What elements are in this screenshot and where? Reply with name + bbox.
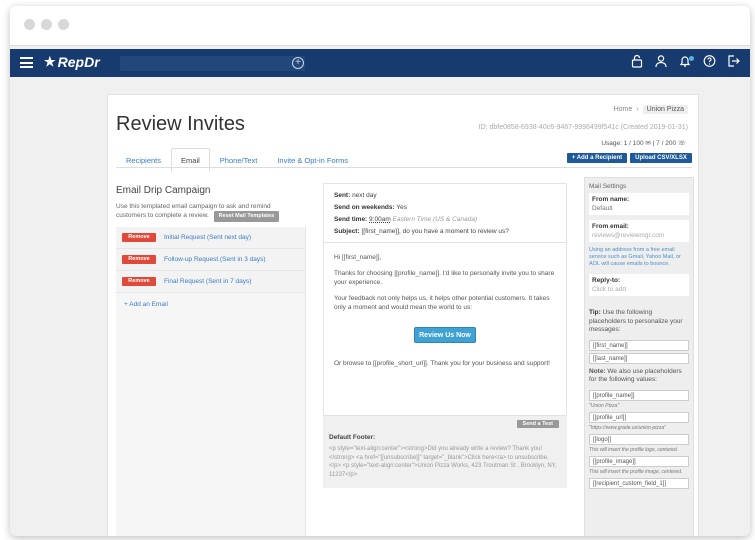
window-maximize-dot[interactable] — [58, 19, 69, 30]
drip-email-list: Remove Initial Request (Sent next day) R… — [116, 227, 306, 536]
search-input[interactable] — [120, 56, 305, 71]
from-name-field[interactable]: From name: Default — [589, 193, 689, 215]
drip-item[interactable]: Remove Initial Request (Sent next day) — [116, 227, 305, 249]
remove-button[interactable]: Remove — [122, 233, 156, 242]
placeholder-field[interactable]: [[profile_image]] — [589, 455, 689, 467]
send-test-button[interactable]: Send a Test — [516, 420, 559, 428]
star-icon: ★ — [44, 54, 56, 69]
tab-phone-text[interactable]: Phone/Text — [210, 148, 268, 172]
profile-id: ID: dbfe0858-6938-40c6-9487-9998499f541c… — [478, 124, 688, 131]
placeholder-desc: "Union Pizza" — [589, 402, 620, 409]
drip-item-label[interactable]: Follow-up Request (Sent in 3 days) — [164, 256, 266, 263]
help-icon[interactable] — [702, 54, 716, 70]
usage-counter: Usage: 1 / 100 ✉ | 7 / 200 ☏ — [601, 140, 686, 147]
placeholder-desc: This will insert the profile logo, cente… — [589, 446, 679, 453]
browser-window: ★ RepDr + Review Invites Home › Union Pi… — [10, 6, 750, 536]
bell-icon[interactable] — [678, 54, 694, 70]
tab-bar: Recipients Email Phone/Text Invite & Opt… — [116, 148, 358, 172]
breadcrumb-home[interactable]: Home — [614, 106, 633, 113]
placeholder-desc: This will insert the profile image, cent… — [589, 468, 683, 475]
email-meta: Sent: next day Send on weekends: Yes Sen… — [334, 192, 509, 235]
divider — [324, 242, 566, 243]
drip-campaign-title: Email Drip Campaign — [116, 185, 211, 196]
drip-item-label[interactable]: Initial Request (Sent next day) — [164, 234, 251, 241]
review-invites-card: Review Invites Home › Union Pizza ID: db… — [107, 94, 699, 536]
drip-item[interactable]: Remove Follow-up Request (Sent in 3 days… — [116, 249, 305, 271]
breadcrumb-current: Union Pizza — [642, 105, 688, 114]
tab-divider — [116, 167, 692, 168]
placeholder-field[interactable]: [[last_name]] — [589, 352, 689, 364]
review-us-button[interactable]: Review Us Now — [414, 326, 476, 343]
sent-value[interactable]: next day — [352, 192, 377, 199]
top-navbar: ★ RepDr + — [10, 49, 750, 77]
breadcrumb-separator: › — [636, 106, 639, 113]
body-paragraph: Your feedback not only helps us, it help… — [334, 294, 550, 312]
placeholder-field[interactable]: [[profile_name]] — [589, 389, 689, 401]
weekends-value[interactable]: Yes — [396, 204, 407, 211]
notification-badge — [689, 56, 694, 61]
placeholder-field[interactable]: [[first_name]] — [589, 339, 689, 351]
tab-invite-forms[interactable]: Invite & Opt-in Forms — [267, 148, 358, 172]
nav-icon-group — [630, 54, 740, 70]
reset-templates-button[interactable]: Reset Mail Templates — [213, 211, 280, 222]
brand-name: RepDr — [57, 54, 100, 70]
greeting: Hi [[first_name]], — [334, 254, 382, 261]
tab-email[interactable]: Email — [171, 148, 210, 172]
drip-item-label[interactable]: Final Request (Sent in 7 days) — [164, 278, 251, 285]
reply-to-field[interactable]: Reply-to: Click to add — [589, 274, 689, 296]
placeholder-field[interactable]: [[recipient_custom_field_1]] — [589, 477, 689, 489]
tab-recipients[interactable]: Recipients — [116, 148, 171, 172]
from-email-field[interactable]: From email: reviews@reviewmgr.com — [589, 220, 689, 242]
placeholder-field[interactable]: [[profile_url]] — [589, 411, 689, 423]
add-icon[interactable]: + — [292, 57, 304, 69]
user-icon[interactable] — [654, 54, 668, 70]
upload-csv-button[interactable]: Upload CSV/XLSX — [630, 153, 692, 163]
note-text: Note: We also use placeholders for the f… — [589, 367, 682, 384]
mail-settings-panel: Mail Settings From name: Default From em… — [584, 177, 694, 536]
menu-icon[interactable] — [20, 57, 33, 68]
drip-item[interactable]: Remove Final Request (Sent in 7 days) — [116, 271, 305, 293]
page-title: Review Invites — [116, 113, 245, 135]
brand-logo[interactable]: ★ RepDr — [44, 54, 100, 70]
add-recipient-button[interactable]: + Add a Recipient — [567, 153, 627, 163]
subject-value[interactable]: [[first_name]], do you have a moment to … — [361, 228, 508, 235]
breadcrumb: Home › Union Pizza — [614, 105, 688, 114]
remove-button[interactable]: Remove — [122, 277, 156, 286]
footer-section: Send a Test Default Footer: <p style="te… — [323, 415, 567, 488]
body-paragraph: Thanks for choosing [[profile_name]]. I'… — [334, 269, 555, 287]
from-email-hint: Using an address from a free email servi… — [589, 247, 681, 267]
email-body[interactable]: Hi [[first_name]], Thanks for choosing [… — [324, 247, 566, 380]
settings-title: Mail Settings — [589, 183, 627, 190]
lock-icon[interactable] — [630, 54, 644, 70]
send-time-value[interactable]: 9:00am — [369, 216, 391, 223]
placeholder-desc: "https://www.grade.us/union-pizza" — [589, 424, 666, 431]
window-close-dot[interactable] — [24, 19, 35, 30]
time-zone: Eastern Time (US & Canada) — [392, 216, 478, 223]
remove-button[interactable]: Remove — [122, 255, 156, 264]
drip-description: Use this templated email campaign to ask… — [116, 202, 296, 222]
placeholder-field[interactable]: [[logo]] — [589, 433, 689, 445]
add-email-link[interactable]: + Add an Email — [116, 293, 305, 316]
logout-icon[interactable] — [726, 54, 740, 70]
window-minimize-dot[interactable] — [41, 19, 52, 30]
footer-code[interactable]: <p style="text-align:center"><strong>Did… — [329, 445, 559, 479]
closing-paragraph: Or browse to [[profile_short_url]]. Than… — [334, 359, 550, 367]
tip-text: Tip: Use the following placeholders to p… — [589, 309, 683, 333]
footer-label: Default Footer: — [329, 434, 376, 441]
browser-chrome — [10, 6, 750, 46]
